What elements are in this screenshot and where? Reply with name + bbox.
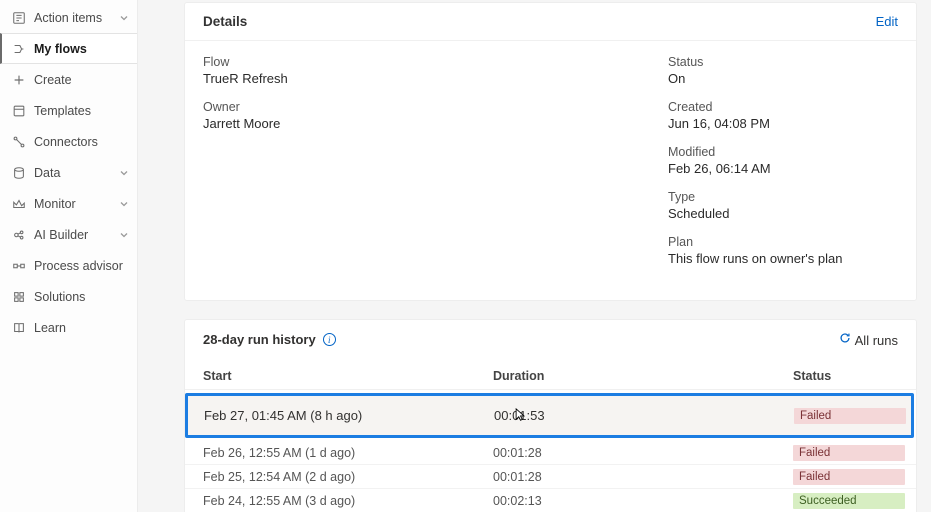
ai-icon (10, 228, 28, 242)
book-icon (10, 321, 28, 335)
table-row[interactable]: Feb 24, 12:55 AM (3 d ago)00:02:13Succee… (185, 489, 916, 512)
cursor-icon (515, 408, 526, 422)
sidebar-item-ai-builder[interactable]: AI Builder (0, 219, 137, 250)
table-row[interactable]: Feb 25, 12:54 AM (2 d ago)00:01:28Failed (185, 465, 916, 489)
table-row[interactable]: Feb 26, 12:55 AM (1 d ago)00:01:28Failed (185, 441, 916, 465)
sidebar-item-label: Create (34, 73, 129, 87)
chevron-down-icon (119, 13, 129, 23)
refresh-icon (838, 333, 855, 348)
sidebar-item-my-flows[interactable]: My flows (0, 33, 137, 64)
created-value: Jun 16, 04:08 PM (668, 116, 898, 131)
run-start: Feb 24, 12:55 AM (3 d ago) (203, 494, 493, 508)
plus-icon (10, 73, 28, 87)
template-icon (10, 104, 28, 118)
sidebar-item-connectors[interactable]: Connectors (0, 126, 137, 157)
column-duration: Duration (493, 369, 793, 383)
data-icon (10, 166, 28, 180)
checklist-icon (10, 11, 28, 25)
run-duration: 00:01:28 (493, 470, 793, 484)
run-status: Failed (793, 469, 905, 485)
run-status: Failed (793, 445, 905, 461)
flow-value: TrueR Refresh (203, 71, 648, 86)
edit-link[interactable]: Edit (876, 14, 898, 29)
flow-icon (10, 42, 28, 56)
run-status: Failed (794, 407, 906, 424)
run-history-header: 28-day run history i All runs (185, 320, 916, 359)
sidebar-item-label: Data (34, 166, 119, 180)
run-history-table: Start Duration Status Feb 27, 01:45 AM (… (185, 359, 916, 512)
sidebar-item-data[interactable]: Data (0, 157, 137, 188)
sidebar-item-templates[interactable]: Templates (0, 95, 137, 126)
connector-icon (10, 135, 28, 149)
sidebar-item-label: Action items (34, 11, 119, 25)
plan-label: Plan (668, 235, 898, 249)
run-start: Feb 27, 01:45 AM (8 h ago) (204, 408, 494, 423)
created-label: Created (668, 100, 898, 114)
plan-value: This flow runs on owner's plan (668, 251, 898, 266)
sidebar-item-label: Templates (34, 104, 129, 118)
all-runs-link[interactable]: All runs (838, 331, 898, 348)
owner-value: Jarrett Moore (203, 116, 648, 131)
owner-label: Owner (203, 100, 648, 114)
run-duration: 00:02:13 (493, 494, 793, 508)
sidebar-item-learn[interactable]: Learn (0, 312, 137, 343)
status-value: On (668, 71, 898, 86)
sidebar-item-action-items[interactable]: Action items (0, 2, 137, 33)
run-history-title: 28-day run history (203, 332, 316, 347)
status-label: Status (668, 55, 898, 69)
details-card: Details Edit Flow TrueR Refresh Owner Ja… (184, 2, 917, 301)
sidebar-item-label: Learn (34, 321, 129, 335)
flow-label: Flow (203, 55, 648, 69)
table-row[interactable]: Feb 27, 01:45 AM (8 h ago)00:01:53Failed (185, 393, 914, 438)
chevron-down-icon (119, 168, 129, 178)
run-start: Feb 25, 12:54 AM (2 d ago) (203, 470, 493, 484)
sidebar-item-label: Process advisor (34, 259, 129, 273)
column-start: Start (203, 369, 493, 383)
sidebar-item-label: Connectors (34, 135, 129, 149)
sidebar-item-solutions[interactable]: Solutions (0, 281, 137, 312)
run-history-card: 28-day run history i All runs Start Dura… (184, 319, 917, 512)
sidebar-item-label: Solutions (34, 290, 129, 304)
info-icon[interactable]: i (323, 333, 336, 346)
modified-label: Modified (668, 145, 898, 159)
type-value: Scheduled (668, 206, 898, 221)
column-status: Status (793, 369, 898, 383)
monitor-icon (10, 197, 28, 211)
sidebar-item-monitor[interactable]: Monitor (0, 188, 137, 219)
process-icon (10, 259, 28, 273)
run-status: Succeeded (793, 493, 905, 509)
main-content: Details Edit Flow TrueR Refresh Owner Ja… (138, 0, 931, 512)
chevron-down-icon (119, 199, 129, 209)
sidebar-item-label: AI Builder (34, 228, 119, 242)
sidebar-item-label: Monitor (34, 197, 119, 211)
run-start: Feb 26, 12:55 AM (1 d ago) (203, 446, 493, 460)
details-header: Details Edit (185, 3, 916, 41)
details-title: Details (203, 14, 247, 29)
chevron-down-icon (119, 230, 129, 240)
sidebar-item-label: My flows (34, 42, 129, 56)
sidebar-item-process-advisor[interactable]: Process advisor (0, 250, 137, 281)
sidebar: Action items My flows Create Templates C… (0, 0, 138, 512)
sidebar-item-create[interactable]: Create (0, 64, 137, 95)
run-duration: 00:01:53 (494, 408, 794, 423)
run-duration: 00:01:28 (493, 446, 793, 460)
type-label: Type (668, 190, 898, 204)
solutions-icon (10, 290, 28, 304)
modified-value: Feb 26, 06:14 AM (668, 161, 898, 176)
table-header-row: Start Duration Status (185, 359, 916, 390)
